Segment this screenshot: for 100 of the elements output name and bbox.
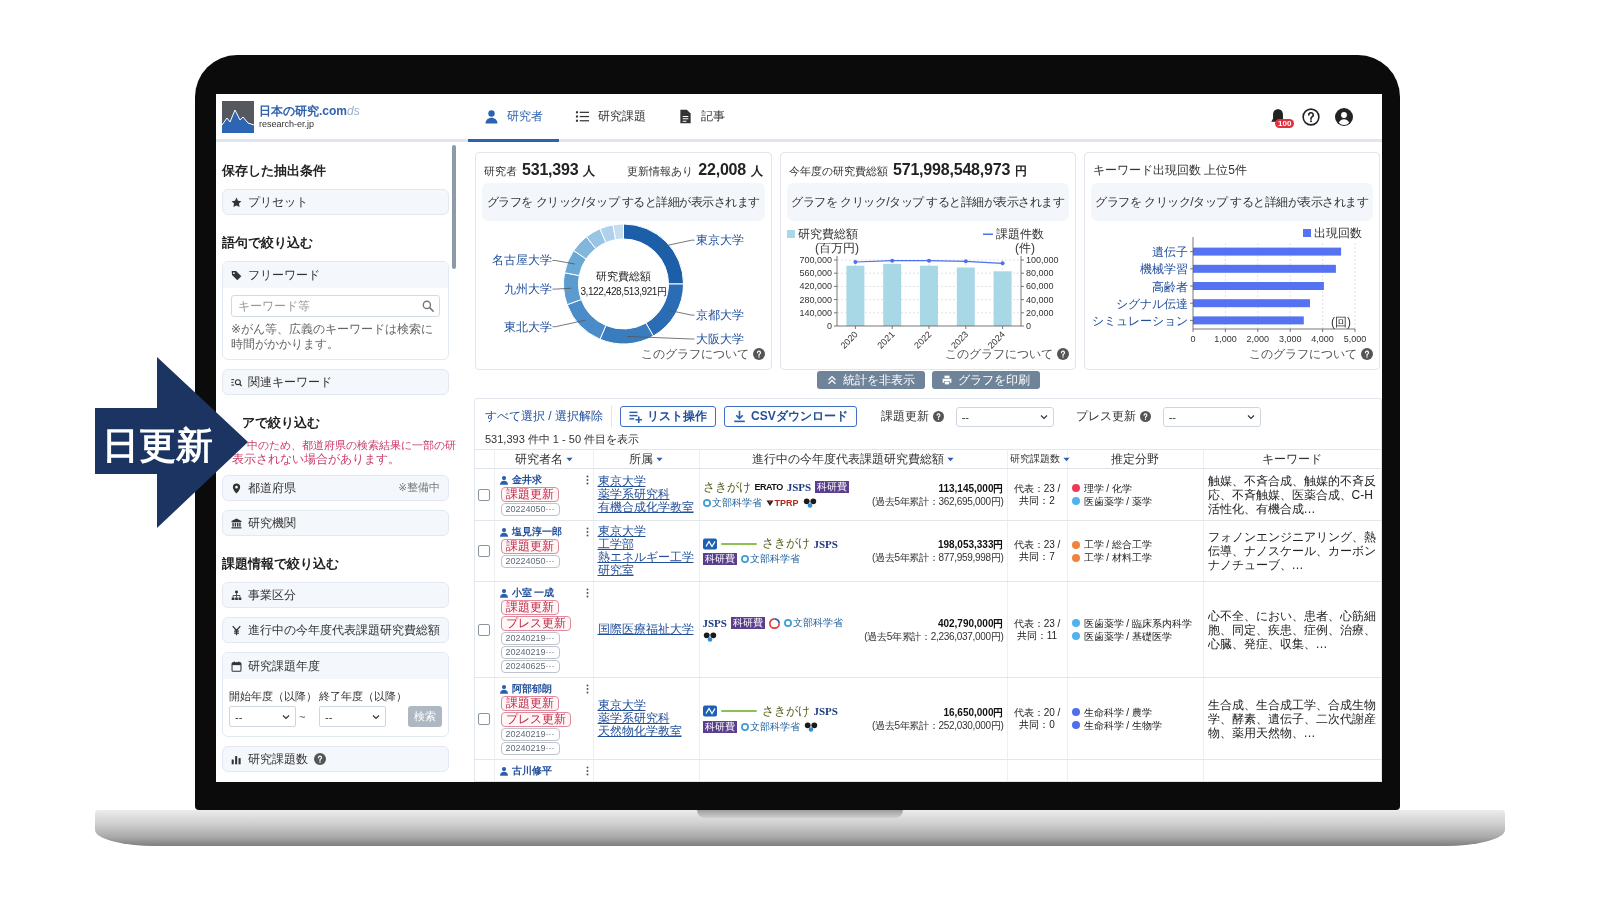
filter-select[interactable]: -- bbox=[955, 406, 1054, 427]
data-point[interactable] bbox=[853, 260, 858, 264]
more-icon[interactable] bbox=[585, 474, 589, 485]
sort-icon[interactable] bbox=[947, 456, 954, 464]
bar[interactable] bbox=[1193, 316, 1304, 325]
help-icon[interactable] bbox=[1139, 411, 1151, 422]
csv-download-button[interactable]: CSVダウンロード bbox=[724, 406, 857, 427]
sort-icon[interactable] bbox=[1062, 455, 1070, 463]
row-checkbox[interactable] bbox=[478, 623, 490, 636]
axis-unit: (回) bbox=[1331, 315, 1351, 329]
sort-icon[interactable] bbox=[656, 456, 663, 464]
person-icon bbox=[498, 526, 509, 537]
affiliation-link[interactable]: 薬学系研究科 bbox=[597, 488, 670, 501]
researcher-name[interactable]: 小室 一成 bbox=[511, 586, 555, 599]
affiliation-link[interactable]: 有機合成化学教室 bbox=[597, 501, 694, 514]
about-chart-link[interactable]: このグラフについて bbox=[641, 347, 749, 361]
more-icon[interactable] bbox=[585, 587, 589, 598]
nav-tab[interactable]: 記事 bbox=[662, 94, 741, 142]
donut-slice[interactable] bbox=[563, 272, 582, 306]
column-header[interactable]: 進行中の今年度代表課題研究費総額 bbox=[699, 449, 1007, 469]
funder-logo: JSPS bbox=[786, 481, 812, 493]
cumulative-amount: (過去5年累計：252,030,000円) bbox=[871, 718, 1004, 732]
affiliation-link[interactable]: 工学部 bbox=[597, 538, 634, 551]
cumulative-amount: (過去5年累計：877,959,998円) bbox=[871, 551, 1004, 564]
column-header[interactable]: 所属 bbox=[593, 449, 699, 469]
tick-label: 100,000 bbox=[1026, 255, 1059, 265]
filter-item[interactable]: フリーワード bbox=[223, 262, 448, 288]
bar[interactable] bbox=[1193, 299, 1310, 308]
printer-icon bbox=[941, 375, 952, 385]
data-point[interactable] bbox=[1000, 261, 1005, 266]
researcher-name[interactable]: 阿部郁朗 bbox=[511, 682, 552, 695]
more-icon[interactable] bbox=[585, 526, 589, 537]
year-select[interactable]: -- bbox=[319, 706, 386, 727]
funder-logo: さきがけ bbox=[702, 480, 751, 494]
legend-label: 課題件数 bbox=[996, 227, 1044, 241]
select-all-link[interactable]: すべて選択 / 選択解除 bbox=[485, 408, 603, 425]
funder-logo: 文部科学省 bbox=[711, 496, 762, 509]
data-point[interactable] bbox=[890, 258, 895, 263]
list-action-button[interactable]: リスト操作 bbox=[620, 406, 716, 427]
hint-message: グラフを クリック/タップ すると詳細が表示されます bbox=[482, 183, 765, 221]
filter-item[interactable]: 関連キーワード bbox=[222, 369, 449, 395]
scrollbar[interactable] bbox=[452, 145, 456, 269]
nav-tab[interactable]: 研究課題 bbox=[559, 94, 662, 142]
slice-label: 東北大学 bbox=[503, 319, 552, 334]
year-select[interactable]: -- bbox=[229, 706, 296, 727]
affiliation-link[interactable]: 東京大学 bbox=[597, 525, 646, 538]
researcher-name[interactable]: 古川修平 bbox=[511, 764, 552, 777]
filter-item[interactable]: 事業区分 bbox=[222, 582, 449, 608]
funder-logo: ERATO bbox=[754, 481, 783, 493]
about-chart-link[interactable]: このグラフについて bbox=[1249, 347, 1357, 361]
column-header[interactable]: 研究課題数 bbox=[1007, 449, 1067, 469]
help-icon[interactable] bbox=[753, 348, 765, 360]
help-icon[interactable] bbox=[314, 753, 326, 765]
bar-chart-icon bbox=[231, 753, 242, 765]
tick-label: 60,000 bbox=[1026, 281, 1054, 292]
donut-slice[interactable] bbox=[564, 250, 587, 277]
filter-item[interactable]: 研究機関 bbox=[222, 510, 449, 536]
nav-tab[interactable]: 研究者 bbox=[468, 94, 559, 142]
affiliation-link[interactable]: 国際医療福祉大学 bbox=[597, 623, 694, 636]
filter-item[interactable]: 研究課題数 bbox=[222, 746, 449, 772]
filter-item[interactable]: 研究課題年度 bbox=[223, 653, 448, 679]
more-icon[interactable] bbox=[585, 683, 589, 694]
data-point[interactable] bbox=[963, 259, 968, 264]
search-field[interactable]: キーワード等 bbox=[231, 295, 440, 317]
help-icon[interactable] bbox=[1057, 348, 1069, 360]
filter-item[interactable]: 都道府県 ※整備中 bbox=[222, 475, 449, 501]
sort-icon[interactable] bbox=[565, 456, 573, 464]
column-header[interactable]: 研究者名 bbox=[494, 449, 593, 469]
hierarchy-icon bbox=[231, 589, 242, 601]
filter-select[interactable]: -- bbox=[1162, 406, 1261, 427]
help-icon[interactable] bbox=[1361, 348, 1373, 360]
researcher-name[interactable]: 金井求 bbox=[511, 473, 542, 486]
filter-item[interactable]: 進行中の今年度代表課題研究費総額 bbox=[222, 617, 449, 643]
filter-item[interactable]: プリセット bbox=[222, 189, 449, 215]
hide-stats-button[interactable]: 統計を非表示 bbox=[816, 371, 925, 389]
logo-icon bbox=[702, 705, 758, 717]
row-checkbox[interactable] bbox=[478, 488, 490, 501]
bar[interactable] bbox=[1193, 247, 1342, 256]
tick-label: 560,000 bbox=[799, 268, 832, 279]
help-icon[interactable] bbox=[932, 411, 944, 422]
affiliation-link[interactable]: 東京大学 bbox=[597, 475, 646, 488]
row-checkbox[interactable] bbox=[478, 545, 490, 557]
more-icon[interactable] bbox=[585, 765, 589, 776]
range-label: 終了年度（以降） bbox=[319, 690, 407, 703]
affiliation-link[interactable]: 東京大学 bbox=[597, 699, 646, 712]
account-icon[interactable] bbox=[1335, 107, 1353, 126]
chevron-down-icon bbox=[282, 712, 290, 721]
data-point[interactable] bbox=[927, 258, 931, 263]
donut-slice[interactable] bbox=[599, 322, 654, 345]
affiliation-link[interactable]: 薬学系研究科 bbox=[597, 712, 670, 725]
donut-slice[interactable] bbox=[566, 299, 607, 340]
affiliation-link[interactable]: 熱エネルギー工学研究室 bbox=[597, 551, 695, 577]
row-checkbox[interactable] bbox=[478, 712, 490, 725]
bar[interactable] bbox=[1193, 264, 1336, 273]
affiliation-link[interactable]: 天然物化学教室 bbox=[597, 725, 682, 738]
search-icon[interactable] bbox=[422, 300, 434, 312]
site-name-suffix: ds bbox=[347, 104, 360, 118]
researcher-name[interactable]: 塩見淳一郎 bbox=[511, 525, 562, 538]
print-button[interactable]: グラフを印刷 bbox=[931, 371, 1040, 389]
help-icon[interactable] bbox=[1302, 107, 1320, 126]
